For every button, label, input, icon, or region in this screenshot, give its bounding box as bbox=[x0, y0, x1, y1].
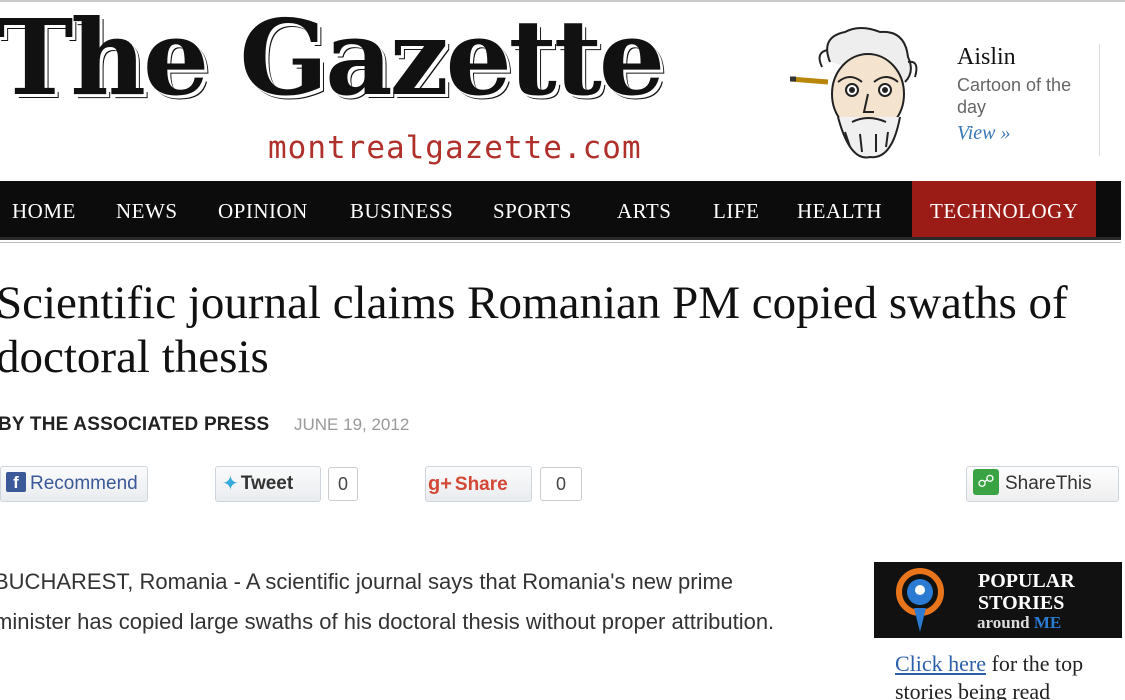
tweet-label: Tweet bbox=[240, 473, 294, 495]
location-pin-icon bbox=[896, 568, 944, 632]
nav-health[interactable]: HEALTH bbox=[797, 181, 882, 237]
cartoon-subtitle: Cartoon of the day bbox=[957, 75, 1072, 117]
popular-stories-text: Click here for the top stories being rea… bbox=[895, 651, 1084, 700]
article-byline: BY THE ASSOCIATED PRESS bbox=[0, 414, 270, 435]
twitter-bird-icon: ✦ bbox=[222, 473, 239, 495]
view-cartoon-link[interactable]: View » bbox=[957, 122, 1011, 145]
sharethis-button[interactable]: ☍ ShareThis bbox=[966, 466, 1119, 502]
google-plus-icon: g+ bbox=[428, 473, 452, 495]
popular-stories-title: POPULAR STORIES bbox=[978, 570, 1075, 614]
facebook-recommend-button[interactable]: f Recommend bbox=[0, 466, 148, 502]
tweet-button[interactable]: ✦ Tweet bbox=[215, 466, 321, 502]
recommend-label: Recommend bbox=[30, 473, 138, 494]
nav-home[interactable]: HOME bbox=[12, 181, 76, 237]
nav-sports[interactable]: SPORTS bbox=[493, 181, 572, 237]
article-body: BUCHAREST, Romania - A scientific journa… bbox=[0, 569, 775, 634]
nav-divider bbox=[0, 242, 1121, 243]
masthead-logo[interactable]: The Gazette bbox=[0, 6, 665, 110]
article-date: JUNE 19, 2012 bbox=[294, 415, 410, 434]
nav-news[interactable]: NEWS bbox=[116, 181, 178, 237]
tweet-count: 0 bbox=[328, 467, 358, 501]
nav-life[interactable]: LIFE bbox=[713, 181, 759, 237]
main-nav-bar: HOME NEWS OPINION BUSINESS SPORTS ARTS L… bbox=[0, 181, 1121, 240]
cartoonist-name: Aislin bbox=[957, 44, 1016, 70]
share-icon: ☍ bbox=[973, 469, 999, 496]
article-headline: Scientific journal claims Romanian PM co… bbox=[0, 277, 1068, 383]
facebook-icon: f bbox=[6, 471, 26, 492]
google-plus-share-button[interactable]: g+ Share bbox=[425, 466, 532, 502]
share-label: Share bbox=[454, 474, 508, 495]
nav-business[interactable]: BUSINESS bbox=[350, 181, 453, 237]
nav-arts[interactable]: ARTS bbox=[617, 181, 671, 237]
nav-technology[interactable]: TECHNOLOGY bbox=[912, 181, 1097, 237]
sharethis-label: ShareThis bbox=[1005, 473, 1092, 494]
promo-divider bbox=[1099, 44, 1100, 156]
around-me-label: around ME bbox=[977, 613, 1062, 632]
cartoon-caricature-image[interactable] bbox=[790, 22, 940, 167]
nav-opinion[interactable]: OPINION bbox=[218, 181, 308, 237]
masthead-url[interactable]: montrealgazette.com bbox=[268, 130, 642, 166]
share-count: 0 bbox=[540, 467, 582, 501]
popular-stories-banner[interactable]: POPULAR STORIES around ME bbox=[874, 562, 1122, 638]
click-here-link[interactable]: Click here bbox=[895, 651, 986, 676]
